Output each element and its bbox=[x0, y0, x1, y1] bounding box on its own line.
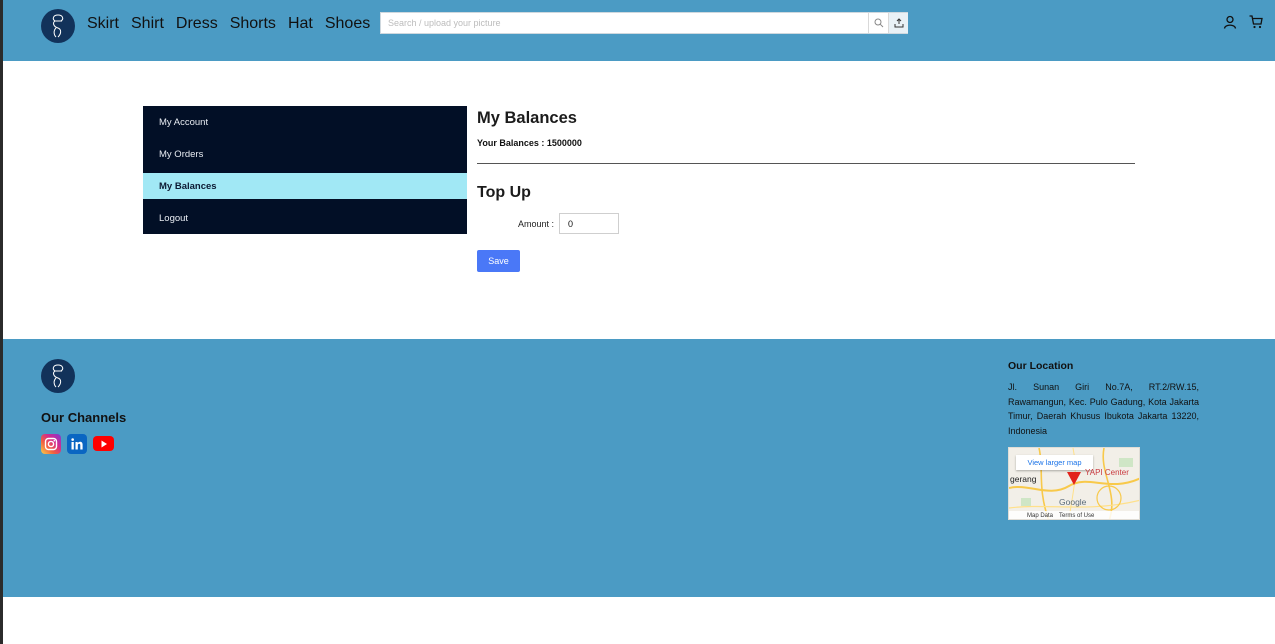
page: Skirt Shirt Dress Shorts Hat Shoes My Ac… bbox=[3, 0, 1275, 644]
brand-logo[interactable] bbox=[41, 9, 75, 43]
nav-shoes[interactable]: Shoes bbox=[325, 15, 370, 33]
cart-icon[interactable] bbox=[1249, 15, 1263, 29]
upload-icon bbox=[894, 18, 903, 28]
account-sidebar: My Account My Orders My Balances Logout bbox=[143, 106, 467, 234]
page-title: My Balances bbox=[477, 109, 577, 127]
channels-title: Our Channels bbox=[41, 410, 127, 425]
amount-row: Amount : bbox=[518, 213, 620, 234]
map-attribution-bar: Map Data Terms of Use bbox=[1009, 511, 1139, 519]
sidebar-item-my-account[interactable]: My Account bbox=[143, 106, 467, 138]
instagram-icon[interactable] bbox=[41, 434, 61, 454]
map-pin-icon bbox=[1067, 472, 1081, 485]
amount-input[interactable] bbox=[559, 213, 620, 234]
save-button[interactable]: Save bbox=[477, 250, 520, 272]
header: Skirt Shirt Dress Shorts Hat Shoes bbox=[3, 0, 1275, 61]
youtube-icon[interactable] bbox=[93, 436, 114, 451]
map-terms-link[interactable]: Terms of Use bbox=[1059, 513, 1094, 519]
location-title: Our Location bbox=[1008, 360, 1074, 372]
nav-dress[interactable]: Dress bbox=[176, 15, 218, 33]
main-nav: Skirt Shirt Dress Shorts Hat Shoes bbox=[87, 15, 370, 33]
topup-title: Top Up bbox=[477, 184, 531, 201]
sidebar-item-my-balances[interactable]: My Balances bbox=[143, 173, 467, 199]
footer: Our Channels Our Location Jl. Sunan Giri… bbox=[3, 339, 1275, 597]
view-larger-map-link[interactable]: View larger map bbox=[1016, 455, 1093, 470]
nav-hat[interactable]: Hat bbox=[288, 15, 313, 33]
sidebar-item-my-orders[interactable]: My Orders bbox=[143, 138, 467, 170]
amount-label: Amount : bbox=[518, 218, 555, 229]
divider bbox=[477, 163, 1135, 164]
user-icon[interactable] bbox=[1223, 15, 1237, 29]
address: Jl. Sunan Giri No.7A, RT.2/RW.15, Rawama… bbox=[1008, 382, 1199, 436]
balance-value: Your Balances : 1500000 bbox=[477, 138, 582, 148]
footer-logo bbox=[41, 359, 75, 393]
sidebar-item-logout[interactable]: Logout bbox=[143, 202, 467, 234]
map-data-link[interactable]: Map Data bbox=[1027, 513, 1053, 519]
nav-shirt[interactable]: Shirt bbox=[131, 15, 164, 33]
map-place-label: YAPI Center bbox=[1085, 468, 1129, 477]
nav-shorts[interactable]: Shorts bbox=[230, 15, 276, 33]
balances-panel: My Balances Your Balances : 1500000 Top … bbox=[477, 106, 1137, 272]
map-city-label: gerang bbox=[1010, 474, 1037, 484]
location-map[interactable]: View larger map YAPI Center gerang Googl… bbox=[1008, 447, 1140, 520]
search-bar bbox=[380, 12, 908, 34]
linkedin-icon[interactable] bbox=[67, 434, 87, 454]
upload-button[interactable] bbox=[888, 13, 908, 33]
map-brand: Google bbox=[1059, 497, 1087, 507]
nav-skirt[interactable]: Skirt bbox=[87, 15, 119, 33]
search-button[interactable] bbox=[868, 13, 888, 33]
search-icon bbox=[874, 18, 883, 28]
search-input[interactable] bbox=[381, 13, 867, 33]
